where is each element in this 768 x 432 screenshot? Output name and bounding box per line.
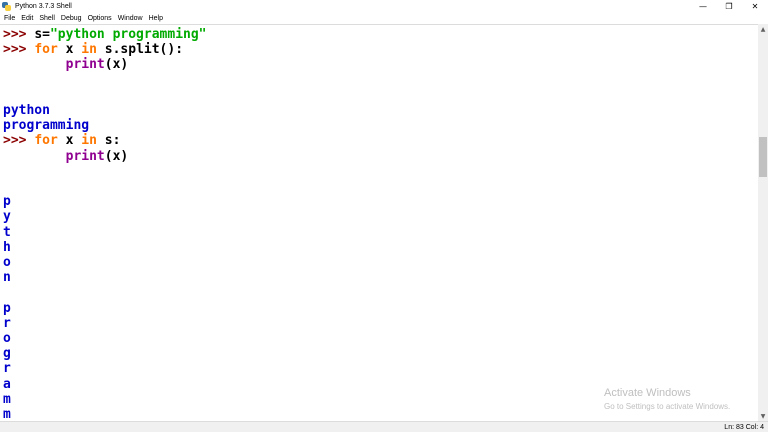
shell-output-line: python [3,103,50,118]
code-token: r [3,361,11,377]
menu-debug[interactable]: Debug [61,15,82,22]
code-token: in [81,133,97,149]
code-token: t [3,224,11,240]
shell-output-line: t [3,225,11,240]
shell-input-line: >>> s="python programming" [3,27,207,42]
menu-bar: File Edit Shell Debug Options Window Hel… [0,13,768,24]
code-token: (x) [104,57,129,73]
shell-output-line: m [3,407,11,421]
menu-edit[interactable]: Edit [21,15,33,22]
code-token: x [57,42,82,58]
status-bar: Ln: 83 Col: 4 [0,421,768,432]
menu-file[interactable]: File [4,15,15,22]
chevron-down-icon[interactable]: ▼ [758,411,768,421]
shell-output-line: r [3,316,11,331]
code-token: m [3,391,11,407]
shell-output-line: n [3,270,11,285]
title-bar: Python 3.7.3 Shell — ❐ ✕ [0,0,768,13]
code-token: python [3,103,50,118]
code-token: for [34,133,58,149]
shell-output-line: m [3,392,11,407]
chevron-up-icon[interactable]: ▲ [758,24,768,34]
code-token: s.split(): [96,42,184,58]
shell-output-line [3,285,11,300]
shell-input-line: >>> for x in s.split(): [3,42,183,57]
code-token: in [81,42,97,58]
code-token: n [3,270,11,286]
menu-options[interactable]: Options [88,15,112,22]
shell-output-line: y [3,209,11,224]
shell-output-line: p [3,194,11,209]
shell-output-line: a [3,377,11,392]
code-token: for [34,42,58,58]
shell-input-line: >>> for x in s: [3,133,120,148]
code-token: p [3,300,11,316]
vertical-scrollbar[interactable]: ▲ ▼ [758,24,768,421]
shell-prompt: >>> [3,42,35,58]
shell-output-line: programming [3,118,89,133]
shell-output-line: p [3,301,11,316]
scrollbar-thumb[interactable] [759,137,767,177]
code-token: s: [96,133,121,149]
code-token: g [3,346,11,362]
shell-output-line: o [3,331,11,346]
menu-window[interactable]: Window [118,15,143,22]
code-token: o [3,255,11,270]
restore-button[interactable]: ❐ [716,0,742,13]
shell-output-line: o [3,255,11,270]
code-token: o [3,331,11,346]
code-token: h [3,239,11,255]
code-token: s= [34,27,50,42]
code-token: programming [3,118,90,134]
code-token: p [3,194,11,210]
shell-text-area[interactable]: >>> s="python programming" >>> for x in s… [0,24,758,421]
shell-prompt: >>> [3,27,35,42]
code-token: "python programming" [49,27,207,42]
shell-prompt: >>> [3,133,35,149]
shell-output-line: h [3,240,11,255]
shell-output-line: r [3,361,11,376]
minimize-button[interactable]: — [690,0,716,13]
shell-input-line: print(x) [3,148,129,164]
watermark-title: Activate Windows [604,387,691,399]
code-token: r [3,315,11,331]
code-token: m [3,407,11,421]
watermark-subtitle: Go to Settings to activate Windows. [604,402,731,411]
menu-shell[interactable]: Shell [39,15,55,22]
menu-help[interactable]: Help [149,15,163,22]
cursor-position: Ln: 83 Col: 4 [724,423,764,431]
code-token: x [57,133,82,149]
code-token: print [65,57,105,73]
activation-watermark: Activate Windows Go to Settings to activ… [604,387,730,412]
shell-input-line: print(x) [3,57,129,73]
window-controls: — ❐ ✕ [690,0,768,13]
code-token: (x) [104,148,129,164]
python-logo-icon [2,2,11,11]
code-token: a [3,376,11,392]
code-token: y [3,209,11,225]
shell-output-line: g [3,346,11,361]
code-token: print [65,148,105,164]
window-title: Python 3.7.3 Shell [15,3,72,10]
close-button[interactable]: ✕ [742,0,768,13]
